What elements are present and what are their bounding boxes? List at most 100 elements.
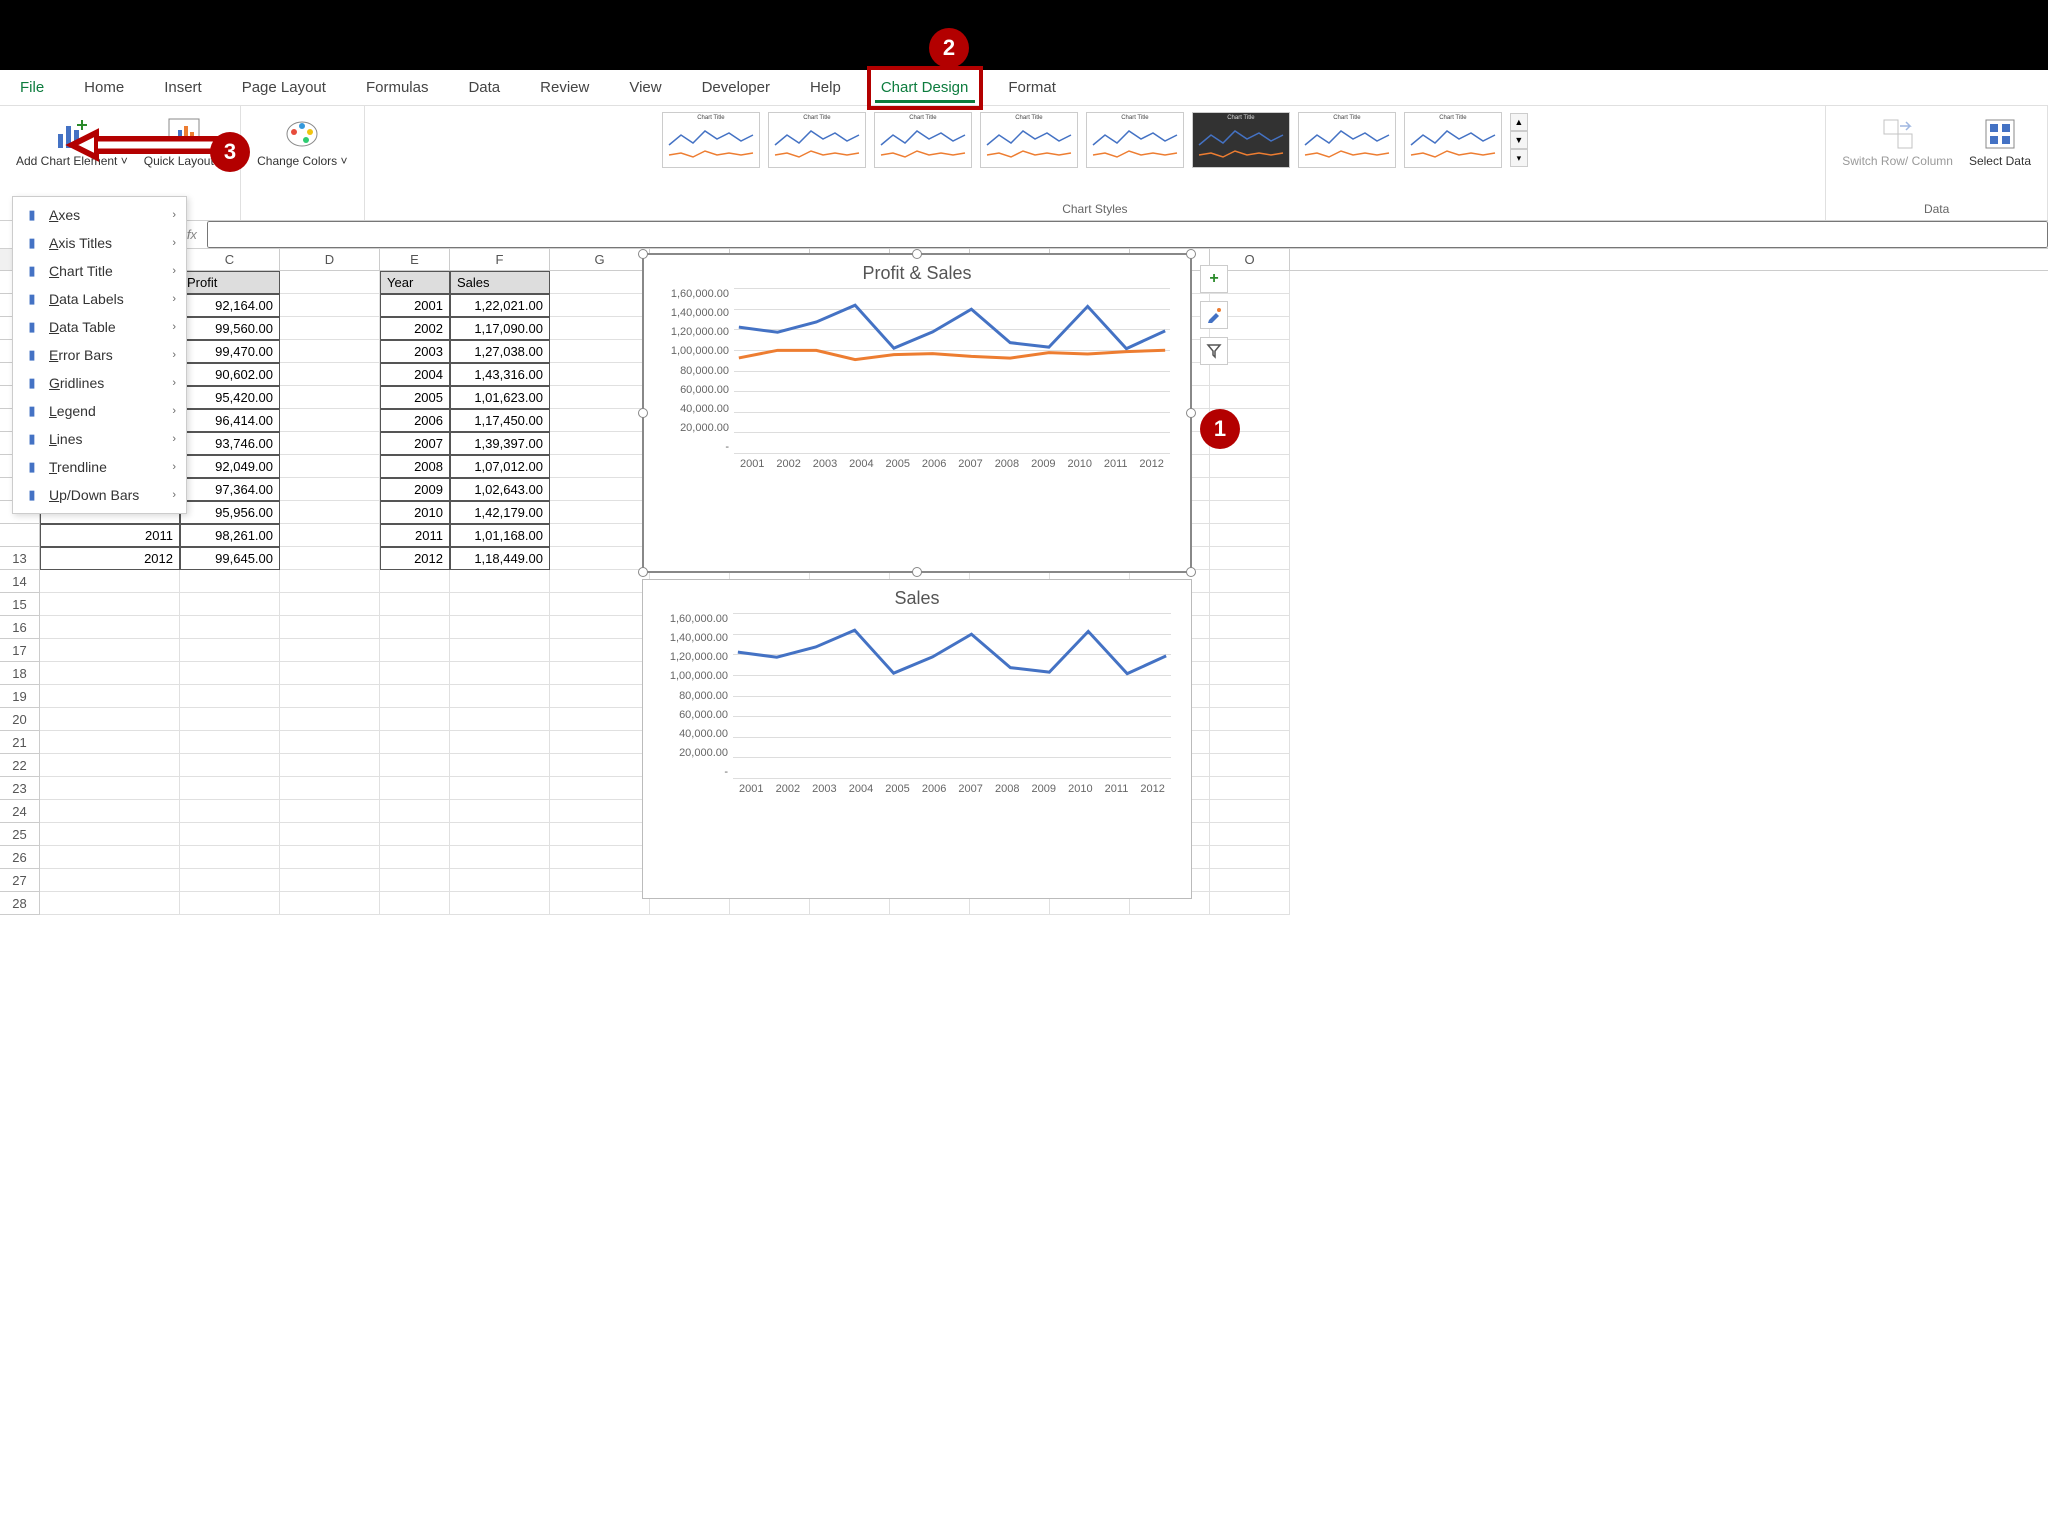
- menu-item-lines[interactable]: ▮Lines›: [13, 425, 186, 453]
- cell[interactable]: [180, 662, 280, 685]
- cell[interactable]: [550, 593, 650, 616]
- cell[interactable]: [280, 639, 380, 662]
- cell[interactable]: [40, 616, 180, 639]
- chart-style-thumb[interactable]: Chart Title: [1192, 112, 1290, 168]
- chart-styles-button[interactable]: [1200, 301, 1228, 329]
- cell[interactable]: [550, 777, 650, 800]
- chart-filter-button[interactable]: [1200, 337, 1228, 365]
- cell[interactable]: [380, 639, 450, 662]
- tab-page-layout[interactable]: Page Layout: [236, 73, 332, 102]
- row-header[interactable]: 23: [0, 777, 40, 800]
- cell[interactable]: [40, 892, 180, 915]
- row-header[interactable]: 21: [0, 731, 40, 754]
- cell[interactable]: [1210, 731, 1290, 754]
- cell[interactable]: [280, 294, 380, 317]
- cell[interactable]: [550, 455, 650, 478]
- cell[interactable]: [180, 754, 280, 777]
- chart-elements-button[interactable]: +: [1200, 265, 1228, 293]
- cell[interactable]: 2007: [380, 432, 450, 455]
- cell[interactable]: [550, 340, 650, 363]
- chart-style-thumb[interactable]: Chart Title: [1404, 112, 1502, 168]
- cell[interactable]: [40, 662, 180, 685]
- chart-style-thumb[interactable]: Chart Title: [874, 112, 972, 168]
- cell[interactable]: [40, 823, 180, 846]
- cell[interactable]: 2001: [380, 294, 450, 317]
- chart-style-thumb[interactable]: Chart Title: [1298, 112, 1396, 168]
- cell[interactable]: [1210, 892, 1290, 915]
- cell[interactable]: 97,364.00: [180, 478, 280, 501]
- cell[interactable]: [550, 662, 650, 685]
- cell[interactable]: [1210, 846, 1290, 869]
- cell[interactable]: [280, 570, 380, 593]
- cell[interactable]: [550, 892, 650, 915]
- cell[interactable]: [180, 570, 280, 593]
- cell[interactable]: 1,17,090.00: [450, 317, 550, 340]
- row-header[interactable]: 27: [0, 869, 40, 892]
- cell[interactable]: [550, 363, 650, 386]
- cell[interactable]: 92,049.00: [180, 455, 280, 478]
- cell[interactable]: [1210, 455, 1290, 478]
- style-scroll-button[interactable]: ▾: [1510, 149, 1528, 167]
- spreadsheet-grid[interactable]: CDEFGHIJKLMNO 13141516171819202122232425…: [0, 249, 2048, 915]
- cell[interactable]: 2011: [40, 524, 180, 547]
- cell[interactable]: [550, 501, 650, 524]
- cell[interactable]: [280, 340, 380, 363]
- cell[interactable]: [450, 777, 550, 800]
- cell[interactable]: Profit: [180, 271, 280, 294]
- cell[interactable]: 2008: [380, 455, 450, 478]
- cell[interactable]: [280, 317, 380, 340]
- cell[interactable]: 2012: [40, 547, 180, 570]
- cell[interactable]: 2005: [380, 386, 450, 409]
- cell[interactable]: [280, 892, 380, 915]
- cell[interactable]: [550, 846, 650, 869]
- row-header[interactable]: 13: [0, 547, 40, 570]
- cell[interactable]: [550, 271, 650, 294]
- row-header[interactable]: 15: [0, 593, 40, 616]
- cell[interactable]: [380, 892, 450, 915]
- change-colors-button[interactable]: Change Colors ˅: [251, 112, 353, 172]
- cell[interactable]: [40, 731, 180, 754]
- chart-sales[interactable]: Sales 1,60,000.001,40,000.001,20,000.001…: [642, 579, 1192, 899]
- tab-help[interactable]: Help: [804, 73, 847, 102]
- cell[interactable]: [380, 846, 450, 869]
- tab-data[interactable]: Data: [462, 73, 506, 102]
- menu-item-data-labels[interactable]: ▮Data Labels›: [13, 285, 186, 313]
- cell[interactable]: [450, 823, 550, 846]
- formula-input[interactable]: [207, 221, 2048, 248]
- tab-review[interactable]: Review: [534, 73, 595, 102]
- cell[interactable]: [550, 639, 650, 662]
- cell[interactable]: [450, 731, 550, 754]
- cell[interactable]: [450, 639, 550, 662]
- fx-icon[interactable]: fx: [187, 227, 197, 242]
- cell[interactable]: [40, 685, 180, 708]
- row-header[interactable]: 17: [0, 639, 40, 662]
- chart-style-thumb[interactable]: Chart Title: [662, 112, 760, 168]
- cell[interactable]: [450, 570, 550, 593]
- cell[interactable]: 2006: [380, 409, 450, 432]
- cell[interactable]: [280, 662, 380, 685]
- cell[interactable]: [550, 823, 650, 846]
- cell[interactable]: [380, 800, 450, 823]
- tab-formulas[interactable]: Formulas: [360, 73, 435, 102]
- cell[interactable]: [550, 294, 650, 317]
- row-header[interactable]: 19: [0, 685, 40, 708]
- cell[interactable]: Year: [380, 271, 450, 294]
- row-header[interactable]: 16: [0, 616, 40, 639]
- row-header[interactable]: 25: [0, 823, 40, 846]
- cell[interactable]: [550, 386, 650, 409]
- cell[interactable]: [180, 777, 280, 800]
- menu-item-trendline[interactable]: ▮Trendline›: [13, 453, 186, 481]
- cell[interactable]: [280, 593, 380, 616]
- cell[interactable]: [1210, 662, 1290, 685]
- cell[interactable]: 2011: [380, 524, 450, 547]
- cell[interactable]: [450, 708, 550, 731]
- cell[interactable]: [380, 616, 450, 639]
- cell[interactable]: [550, 869, 650, 892]
- col-header[interactable]: D: [280, 249, 380, 270]
- cell[interactable]: [450, 800, 550, 823]
- cell[interactable]: [1210, 800, 1290, 823]
- switch-row-column-button[interactable]: Switch Row/ Column: [1836, 112, 1959, 172]
- cell[interactable]: [180, 869, 280, 892]
- cell[interactable]: Sales: [450, 271, 550, 294]
- cell[interactable]: [280, 616, 380, 639]
